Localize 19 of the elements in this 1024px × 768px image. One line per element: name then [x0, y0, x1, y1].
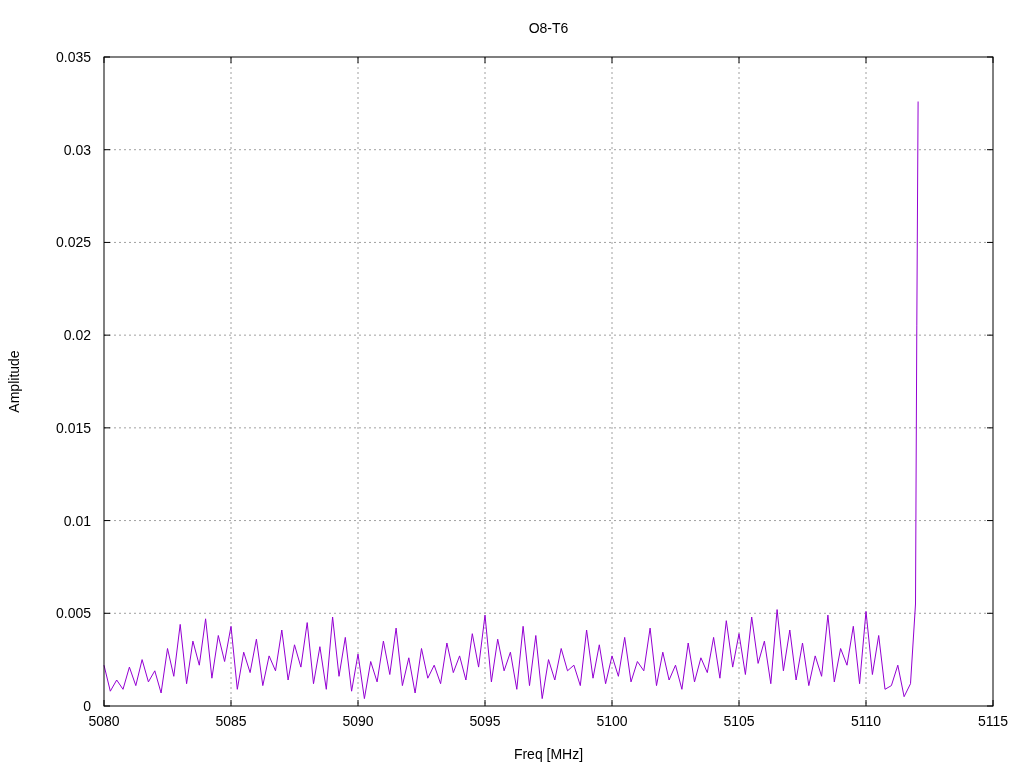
x-tick-label: 5080 — [88, 713, 120, 729]
x-tick-label: 5095 — [469, 713, 501, 729]
y-axis-label: Amplitude — [6, 350, 22, 413]
y-tick-label: 0 — [83, 698, 91, 714]
x-tick-label: 5105 — [723, 713, 755, 729]
y-tick-label: 0.03 — [63, 141, 91, 158]
y-tick-label: 0.01 — [63, 512, 91, 529]
x-tick-label: 5115 — [977, 713, 1009, 729]
x-axis-label: Freq [MHz] — [513, 746, 584, 762]
x-tick-label: 5085 — [215, 713, 247, 729]
x-tick-label: 5100 — [596, 713, 628, 729]
x-tick-label: 5090 — [342, 713, 374, 729]
y-tick-label: 0.02 — [63, 327, 91, 344]
x-tick-label: 5110 — [850, 713, 882, 729]
y-tick-label: 0.005 — [55, 605, 91, 622]
y-tick-label: 0.035 — [55, 49, 91, 65]
y-tick-label: 0.015 — [55, 419, 91, 436]
y-tick-label: 0.025 — [55, 234, 91, 251]
chart-title: O8-T6 — [528, 20, 569, 36]
